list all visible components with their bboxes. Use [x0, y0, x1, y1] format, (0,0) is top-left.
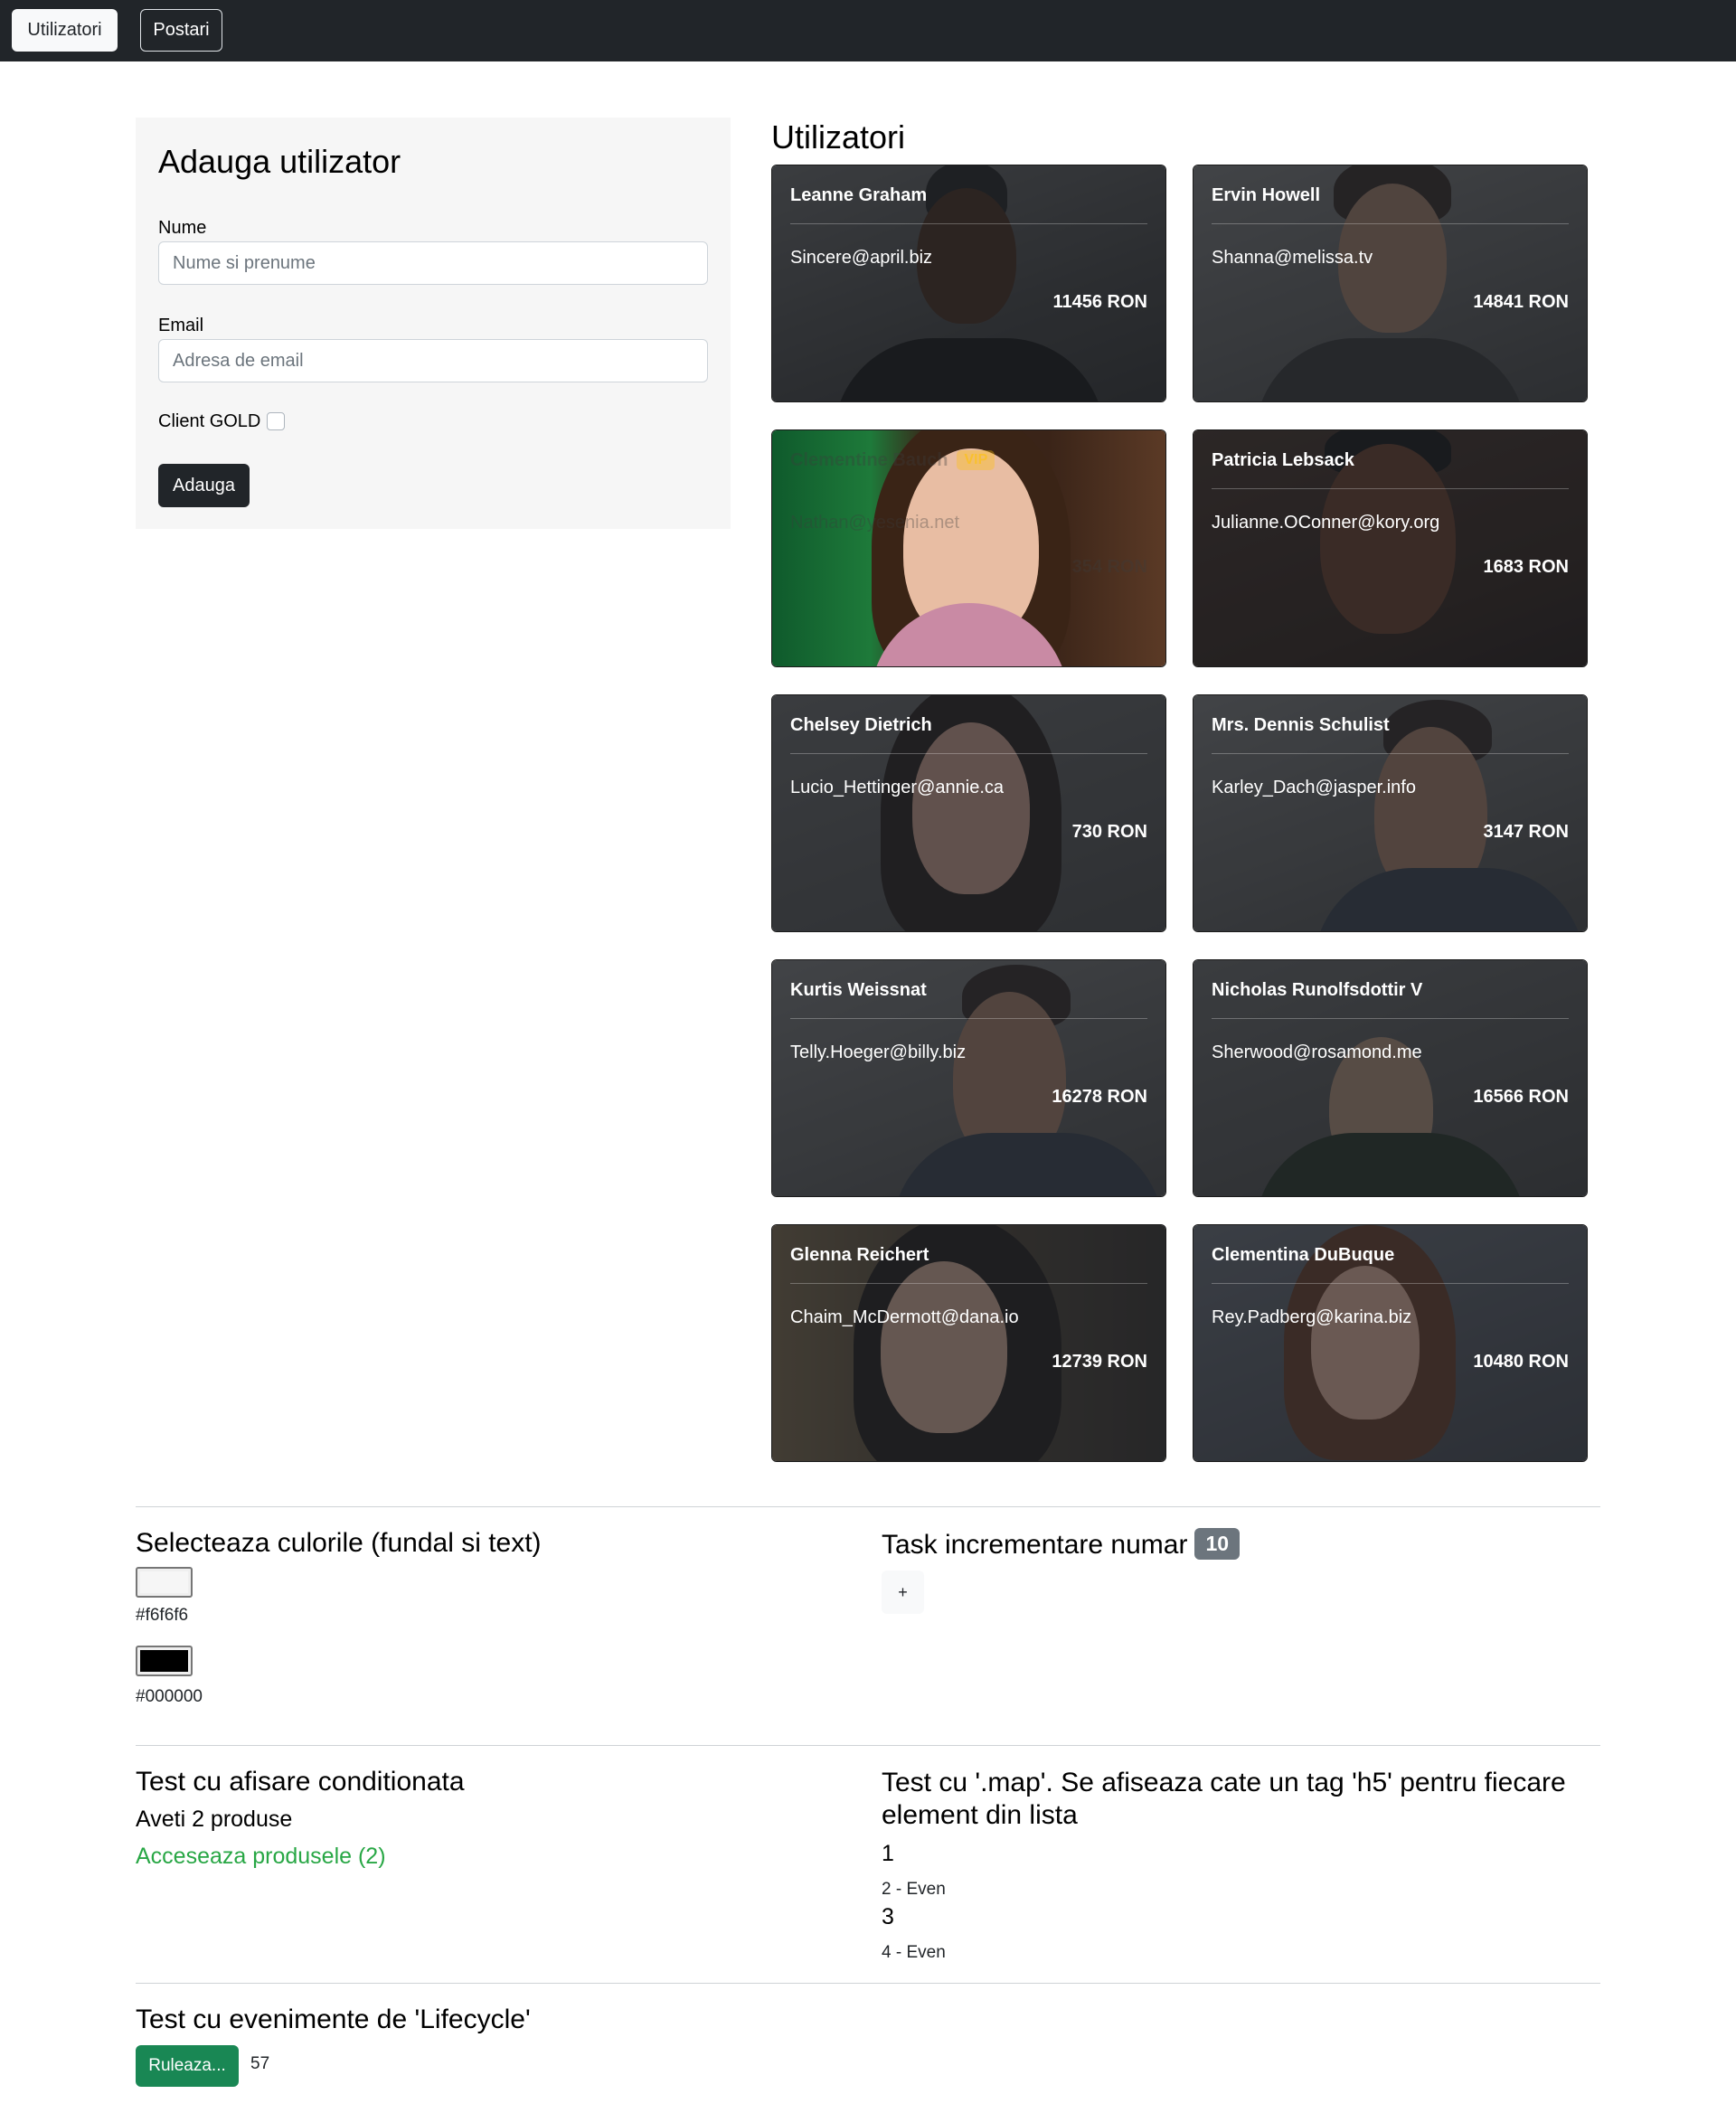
card-divider	[790, 488, 1147, 489]
user-salary: 16278 RON	[1052, 1087, 1147, 1107]
user-email: Telly.Hoeger@billy.biz	[790, 1042, 967, 1062]
user-email: Rey.Padberg@karina.biz	[1212, 1307, 1412, 1327]
background-color-value: #f6f6f6	[136, 1606, 189, 1625]
name-input[interactable]	[158, 241, 708, 285]
user-card-vip[interactable]: Clementine Bauch VIP Nathan@yesenia.net 3…	[771, 429, 1166, 667]
map-list-item: 2 - Even	[882, 1880, 946, 1899]
card-divider	[1212, 488, 1569, 489]
user-card[interactable]: Patricia Lebsack Julianne.OConner@kory.o…	[1193, 429, 1588, 667]
add-user-form: Adauga utilizator Nume Email Client GOLD…	[136, 118, 731, 529]
user-email: Sincere@april.biz	[790, 248, 933, 268]
add-user-button[interactable]: Adauga	[158, 464, 250, 507]
user-card[interactable]: Nicholas Runolfsdottir V Sherwood@rosamo…	[1193, 959, 1588, 1197]
map-list-item: 4 - Even	[882, 1943, 946, 1962]
card-divider	[790, 1018, 1147, 1019]
user-salary: 14841 RON	[1473, 292, 1569, 312]
map-list-item: 3	[882, 1904, 894, 1929]
products-link[interactable]: Acceseaza produsele (2)	[136, 1844, 386, 1870]
counter-value-badge: 10	[1194, 1528, 1241, 1560]
user-salary: 730 RON	[1071, 822, 1147, 842]
email-label: Email	[158, 316, 204, 335]
background-color-picker[interactable]	[136, 1567, 193, 1598]
text-color-value: #000000	[136, 1687, 203, 1706]
form-title: Adauga utilizator	[158, 143, 401, 180]
background-color-swatch	[140, 1571, 188, 1593]
map-section-title: Test cu '.map'. Se afiseaza cate un tag …	[882, 1768, 1566, 1830]
user-email: Nathan@yesenia.net	[790, 513, 960, 533]
card-divider	[790, 753, 1147, 754]
user-salary: 11456 RON	[1052, 292, 1147, 312]
user-name: Glenna Reichert	[790, 1245, 929, 1265]
lifecycle-counter: 57	[250, 2054, 270, 2073]
counter-title-text: Task incrementare numar	[882, 1530, 1188, 1560]
user-salary: 3147 RON	[1483, 822, 1570, 842]
user-email: Sherwood@rosamond.me	[1212, 1042, 1422, 1062]
user-name: Nicholas Runolfsdottir V	[1212, 980, 1423, 1000]
name-label: Nume	[158, 218, 207, 238]
top-navbar: Utilizatori Postari	[0, 0, 1736, 61]
user-salary: 16566 RON	[1473, 1087, 1569, 1107]
section-divider	[136, 1506, 1600, 1507]
user-name: Chelsey Dietrich	[790, 715, 932, 735]
user-card[interactable]: Glenna Reichert Chaim_McDermott@dana.io …	[771, 1224, 1166, 1462]
nav-tab-users[interactable]: Utilizatori	[12, 9, 118, 52]
nav-tab-posts[interactable]: Postari	[140, 9, 222, 52]
card-divider	[1212, 753, 1569, 754]
section-divider	[136, 1983, 1600, 1984]
user-name: Patricia Lebsack	[1212, 450, 1354, 470]
user-name: Clementina DuBuque	[1212, 1245, 1395, 1265]
user-name: Clementine Bauch VIP	[790, 450, 995, 471]
vip-badge: VIP	[957, 450, 995, 470]
user-email: Julianne.OConner@kory.org	[1212, 513, 1440, 533]
section-divider	[136, 1745, 1600, 1746]
lifecycle-section-title: Test cu evenimente de 'Lifecycle'	[136, 2005, 531, 2034]
user-salary: 354 RON	[1071, 557, 1147, 577]
card-divider	[790, 1283, 1147, 1284]
card-divider	[1212, 1283, 1569, 1284]
user-email: Lucio_Hettinger@annie.ca	[790, 778, 1005, 797]
user-email: Karley_Dach@jasper.info	[1212, 778, 1416, 797]
user-name: Ervin Howell	[1212, 185, 1321, 205]
users-title: Utilizatori	[771, 118, 906, 156]
user-name: Leanne Graham	[790, 185, 928, 205]
text-color-picker[interactable]	[136, 1646, 193, 1676]
products-count-text: Aveti 2 produse	[136, 1806, 293, 1832]
user-salary: 10480 RON	[1473, 1352, 1569, 1372]
gold-client-checkbox[interactable]	[267, 412, 285, 430]
colors-section-title: Selecteaza culorile (fundal si text)	[136, 1528, 542, 1558]
card-divider	[790, 223, 1147, 224]
user-card[interactable]: Leanne Graham Sincere@april.biz 11456 RO…	[771, 165, 1166, 402]
user-name-text: Clementine Bauch	[790, 450, 948, 470]
user-email: Chaim_McDermott@dana.io	[790, 1307, 1019, 1327]
user-card[interactable]: Chelsey Dietrich Lucio_Hettinger@annie.c…	[771, 694, 1166, 932]
counter-section-title: Task incrementare numar 10	[882, 1528, 1241, 1561]
run-lifecycle-button[interactable]: Ruleaza...	[136, 2045, 239, 2087]
user-salary: 12739 RON	[1052, 1352, 1147, 1372]
card-divider	[1212, 223, 1569, 224]
user-card[interactable]: Ervin Howell Shanna@melissa.tv 14841 RON	[1193, 165, 1588, 402]
user-card[interactable]: Kurtis Weissnat Telly.Hoeger@billy.biz 1…	[771, 959, 1166, 1197]
user-salary: 1683 RON	[1483, 557, 1570, 577]
conditional-section-title: Test cu afisare conditionata	[136, 1767, 465, 1797]
gold-client-label: Client GOLD	[158, 411, 261, 431]
user-name: Mrs. Dennis Schulist	[1212, 715, 1390, 735]
email-input[interactable]	[158, 339, 708, 382]
user-name: Kurtis Weissnat	[790, 980, 927, 1000]
card-divider	[1212, 1018, 1569, 1019]
user-card[interactable]: Clementina DuBuque Rey.Padberg@karina.bi…	[1193, 1224, 1588, 1462]
increment-button[interactable]: +	[882, 1571, 924, 1614]
user-card[interactable]: Mrs. Dennis Schulist Karley_Dach@jasper.…	[1193, 694, 1588, 932]
text-color-swatch	[140, 1650, 188, 1672]
user-email: Shanna@melissa.tv	[1212, 248, 1373, 268]
map-list-item: 1	[882, 1841, 894, 1866]
